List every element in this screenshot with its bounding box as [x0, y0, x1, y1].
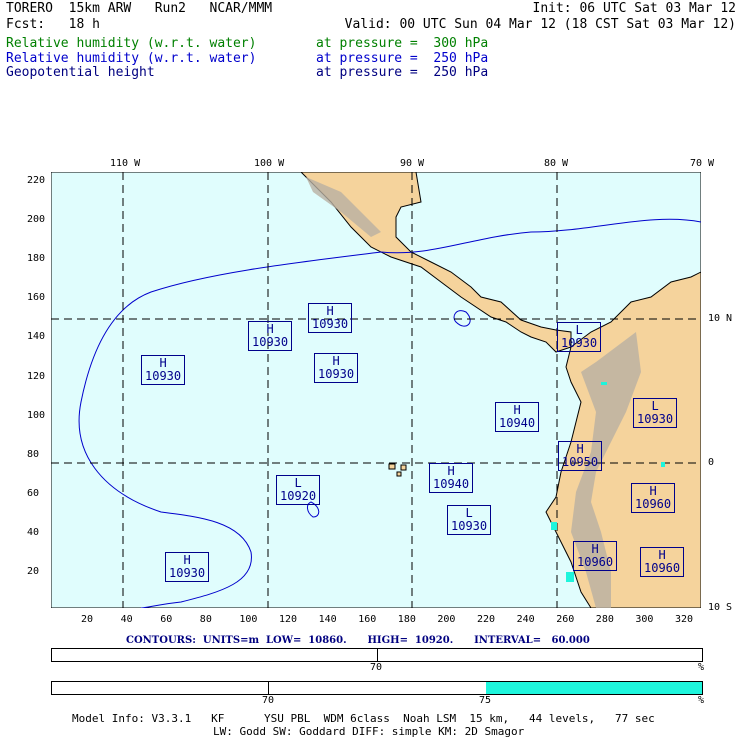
y-tick-label: 140	[27, 331, 46, 343]
lat-label: 10 N	[708, 313, 733, 324]
x-tick-label: 220	[477, 614, 496, 625]
y-tick-label: 160	[27, 292, 46, 304]
x-tick-label: 180	[397, 614, 416, 625]
forecast-hour: Fcst: 18 h	[6, 17, 100, 32]
rh-300-colorbar	[51, 648, 703, 662]
field-2-name: Relative humidity (w.r.t. water)	[6, 51, 257, 66]
x-tick-label: 160	[358, 614, 377, 625]
pressure-center: H 10930	[141, 355, 186, 385]
colorbar-label: 70	[370, 662, 383, 673]
colorbar-label: 75	[479, 695, 492, 706]
x-tick-label: 240	[516, 614, 535, 625]
y-tick-label: 20	[27, 566, 40, 577]
init-time: Init: 06 UTC Sat 03 Mar 12	[532, 1, 737, 16]
y-tick-label: 40	[27, 526, 40, 538]
x-tick-label: 140	[318, 614, 337, 625]
colorbar-label: 70	[262, 695, 275, 706]
x-tick-label: 80	[199, 614, 212, 625]
field-1-level: at pressure = 300 hPa	[316, 36, 489, 51]
lat-label: 10 S	[708, 602, 733, 613]
x-tick-label: 120	[279, 614, 298, 625]
x-tick-label: 200	[437, 614, 456, 625]
x-tick-label: 260	[556, 614, 575, 625]
pressure-center: H 10930	[308, 303, 353, 333]
pressure-center: H 10930	[248, 321, 293, 351]
rh-250-colorbar	[51, 681, 703, 695]
contour-info: CONTOURS: UNITS=m LOW= 10860. HIGH= 1092…	[126, 635, 590, 646]
y-tick-label: 100	[27, 409, 46, 421]
y-tick-label: 200	[27, 214, 46, 226]
x-tick-label: 40	[120, 614, 133, 625]
pressure-center: H 10930	[165, 552, 210, 582]
lon-label: 110 W	[110, 158, 141, 169]
pressure-center: H 10930	[314, 353, 359, 383]
pressure-center: H 10940	[429, 463, 474, 493]
x-tick-label: 280	[595, 614, 614, 625]
lon-label: 100 W	[254, 158, 285, 169]
colorbar-unit: %	[698, 662, 705, 673]
colorbar-fill	[486, 682, 702, 694]
pressure-center: H 10960	[640, 547, 685, 577]
x-tick-label: 100	[239, 614, 258, 625]
model-physics: LW: Godd SW: Goddard DIFF: simple KM: 2D…	[213, 725, 525, 738]
lon-label: 70 W	[690, 158, 715, 169]
pressure-center: L 10930	[633, 398, 678, 428]
field-2-level: at pressure = 250 hPa	[316, 51, 489, 66]
weather-map: H 10930 H 10930 H 10930 H 10930 L 10930 H 1094…	[50, 171, 702, 609]
pressure-center: H 10940	[495, 402, 540, 432]
y-tick-label: 60	[27, 487, 40, 499]
y-tick-label: 120	[27, 370, 46, 382]
lat-label: 0	[708, 457, 715, 468]
field-3-level: at pressure = 250 hPa	[316, 65, 489, 80]
field-3-name: Geopotential height	[6, 65, 155, 80]
x-tick-label: 320	[675, 614, 694, 625]
lon-label: 90 W	[400, 158, 425, 169]
pressure-center: L 10930	[447, 505, 492, 535]
pressure-center: H 10950	[558, 441, 603, 471]
pressure-center: H 10960	[573, 541, 618, 571]
x-tick-label: 20	[81, 614, 94, 625]
lon-label: 80 W	[544, 158, 569, 169]
pressure-center: L 10920	[276, 475, 321, 505]
pressure-center: H 10960	[631, 483, 676, 513]
y-tick-label: 180	[27, 253, 46, 265]
y-tick-label: 80	[27, 448, 40, 460]
pressure-center: L 10930	[557, 322, 602, 352]
field-1-name: Relative humidity (w.r.t. water)	[6, 36, 257, 51]
colorbar-unit: %	[698, 695, 705, 706]
model-info: Model Info: V3.3.1 KF YSU PBL WDM 6class…	[72, 712, 655, 725]
x-tick-label: 300	[635, 614, 654, 625]
x-tick-label: 60	[160, 614, 173, 625]
valid-time: Valid: 00 UTC Sun 04 Mar 12 (18 CST Sat …	[344, 17, 736, 32]
run-title: TORERO 15km ARW Run2 NCAR/MMM	[6, 1, 273, 16]
y-tick-label: 220	[27, 175, 46, 186]
